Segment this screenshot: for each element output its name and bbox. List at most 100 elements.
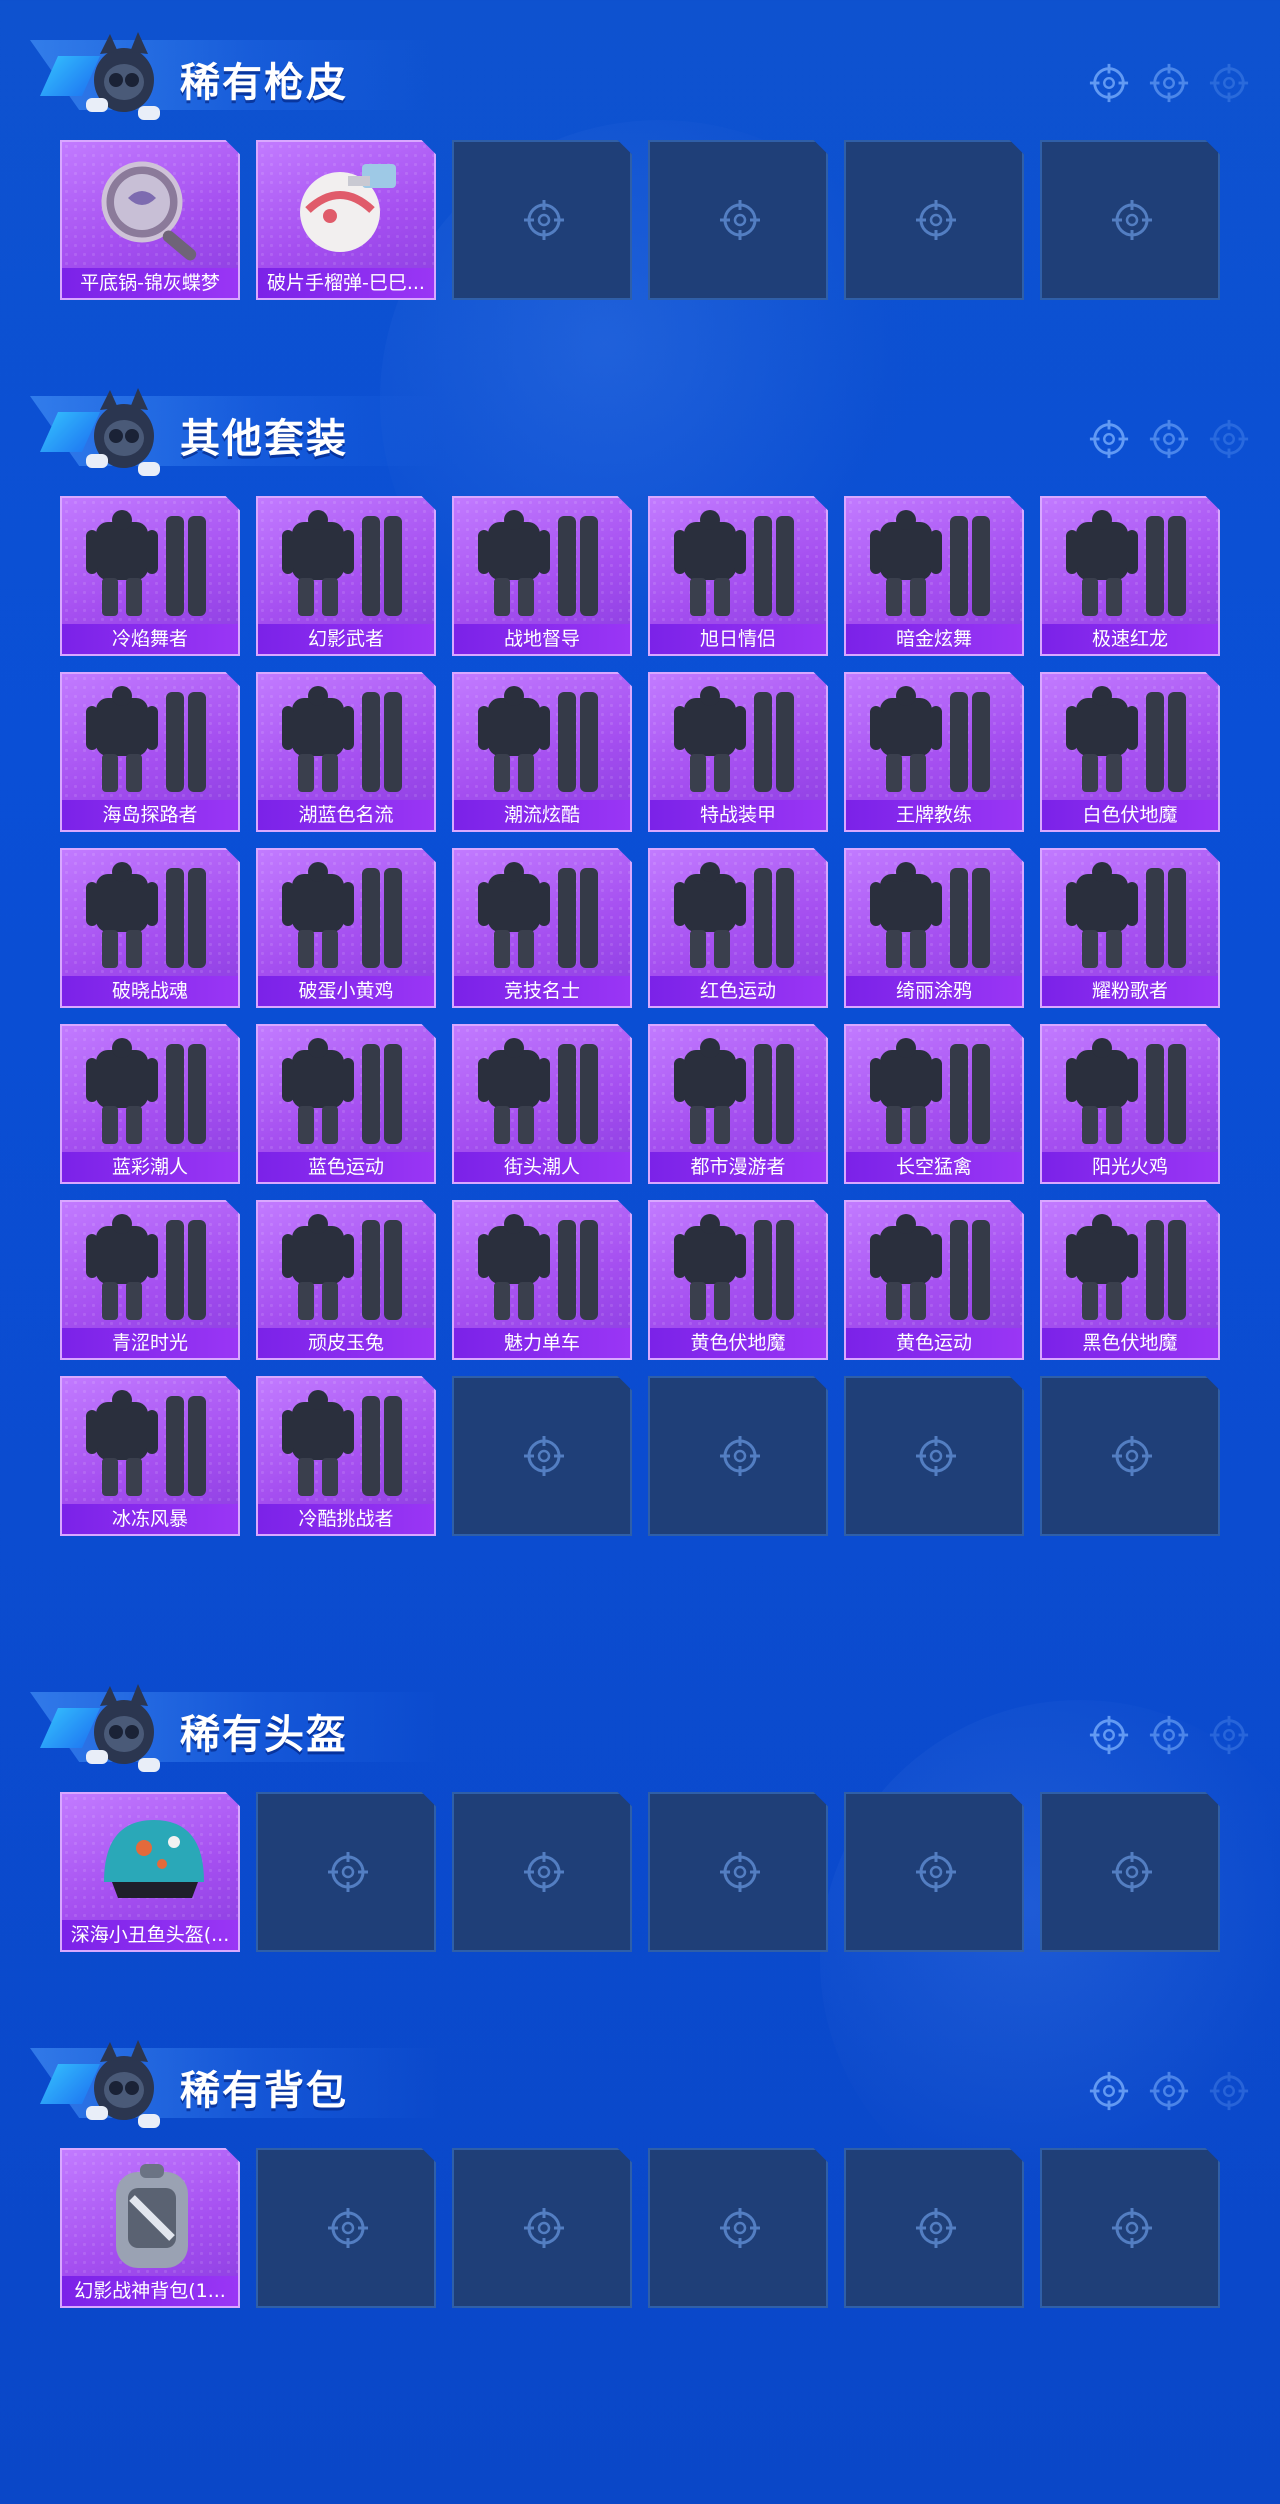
item-card[interactable]: 战地督导 (452, 496, 632, 656)
crosshair-icon (720, 1852, 760, 1892)
item-card[interactable]: 暗金炫舞 (844, 496, 1024, 656)
item-card[interactable]: 都市漫游者 (648, 1024, 828, 1184)
item-card[interactable]: 顽皮玉兔 (256, 1200, 436, 1360)
item-card[interactable]: 王牌教练 (844, 672, 1024, 832)
crosshair-icon (1209, 1715, 1249, 1755)
outfit-icon (1066, 686, 1186, 792)
item-card[interactable]: 魅力单车 (452, 1200, 632, 1360)
item-card[interactable]: 耀粉歌者 (1040, 848, 1220, 1008)
crosshair-icon (1149, 2071, 1189, 2111)
item-card[interactable]: 冷酷挑战者 (256, 1376, 436, 1536)
empty-slot (452, 1792, 632, 1952)
item-card[interactable]: 黄色伏地魔 (648, 1200, 828, 1360)
item-label: 潮流炫酷 (454, 800, 630, 830)
crosshair-icon (720, 200, 760, 240)
item-label: 王牌教练 (846, 800, 1022, 830)
outfit-icon (86, 862, 206, 968)
item-label: 蓝彩潮人 (62, 1152, 238, 1182)
item-card[interactable]: 长空猛禽 (844, 1024, 1024, 1184)
item-card[interactable]: 蓝色运动 (256, 1024, 436, 1184)
empty-slot (452, 140, 632, 300)
item-card[interactable]: 幻影战神背包(1... (60, 2148, 240, 2308)
mascot-icon (86, 388, 160, 476)
outfit-icon (870, 862, 990, 968)
crosshair-icon (916, 2208, 956, 2248)
outfit-icon (1066, 1038, 1186, 1144)
outfit-icon (282, 1214, 402, 1320)
item-label: 特战装甲 (650, 800, 826, 830)
outfit-icon (282, 862, 402, 968)
outfit-icon (1066, 510, 1186, 616)
item-label: 顽皮玉兔 (258, 1328, 434, 1358)
item-label: 绮丽涂鸦 (846, 976, 1022, 1006)
mascot-icon (86, 2040, 160, 2128)
item-card[interactable]: 冷焰舞者 (60, 496, 240, 656)
item-card[interactable]: 海岛探路者 (60, 672, 240, 832)
outfit-icon (870, 1038, 990, 1144)
item-label: 平底锅-锦灰蝶梦 (62, 268, 238, 298)
outfit-icon (674, 686, 794, 792)
item-card[interactable]: 黑色伏地魔 (1040, 1200, 1220, 1360)
empty-slot (1040, 1792, 1220, 1952)
item-card[interactable]: 红色运动 (648, 848, 828, 1008)
empty-slot (844, 2148, 1024, 2308)
item-label: 黄色伏地魔 (650, 1328, 826, 1358)
crosshair-icon (916, 1436, 956, 1476)
item-label: 破晓战魂 (62, 976, 238, 1006)
helmet-icon (104, 1820, 204, 1898)
item-card[interactable]: 黄色运动 (844, 1200, 1024, 1360)
outfit-icon (86, 686, 206, 792)
item-label: 极速红龙 (1042, 624, 1218, 654)
item-card[interactable]: 绮丽涂鸦 (844, 848, 1024, 1008)
crosshair-icon (916, 200, 956, 240)
section-1: 稀有枪皮 平底锅-锦灰蝶梦 破片手榴弹-巳巳... (0, 0, 1280, 300)
item-card[interactable]: 旭日情侣 (648, 496, 828, 656)
outfit-icon (674, 1038, 794, 1144)
crosshair-icon (1112, 2208, 1152, 2248)
item-label: 冷酷挑战者 (258, 1504, 434, 1534)
section-title: 稀有背包 (180, 2068, 348, 2114)
item-card[interactable]: 极速红龙 (1040, 496, 1220, 656)
crosshair-icon (524, 1852, 564, 1892)
empty-slot (844, 1376, 1024, 1536)
item-card[interactable]: 破蛋小黄鸡 (256, 848, 436, 1008)
empty-slot (1040, 2148, 1220, 2308)
empty-slot (452, 1376, 632, 1536)
item-card[interactable]: 竞技名士 (452, 848, 632, 1008)
header-target-icons (1088, 418, 1250, 460)
empty-slot (648, 1376, 828, 1536)
outfit-icon (674, 1214, 794, 1320)
item-card[interactable]: 青涩时光 (60, 1200, 240, 1360)
outfit-icon (282, 1390, 402, 1496)
empty-slot (648, 1792, 828, 1952)
item-card[interactable]: 阳光火鸡 (1040, 1024, 1220, 1184)
outfit-icon (86, 1038, 206, 1144)
section-title: 稀有头盔 (180, 1712, 348, 1758)
item-card[interactable]: 白色伏地魔 (1040, 672, 1220, 832)
item-card[interactable]: 街头潮人 (452, 1024, 632, 1184)
empty-slot (844, 140, 1024, 300)
item-label: 暗金炫舞 (846, 624, 1022, 654)
outfit-icon (674, 862, 794, 968)
empty-slot (648, 140, 828, 300)
item-card[interactable]: 破晓战魂 (60, 848, 240, 1008)
item-card[interactable]: 湖蓝色名流 (256, 672, 436, 832)
item-label: 破片手榴弹-巳巳... (258, 268, 434, 298)
item-card[interactable]: 蓝彩潮人 (60, 1024, 240, 1184)
item-card[interactable]: 特战装甲 (648, 672, 828, 832)
empty-slot (1040, 1376, 1220, 1536)
item-card[interactable]: 幻影武者 (256, 496, 436, 656)
crosshair-icon (1089, 2071, 1129, 2111)
item-grid: 冷焰舞者 幻影武者 战地督导 旭日情侣 暗金炫舞 极速红龙海岛探路者 湖蓝色名流 潮流炫酷 特战… (60, 496, 1220, 1536)
crosshair-icon (916, 1852, 956, 1892)
item-card[interactable]: 潮流炫酷 (452, 672, 632, 832)
item-card[interactable]: 冰冻风暴 (60, 1376, 240, 1536)
item-card[interactable]: 平底锅-锦灰蝶梦 (60, 140, 240, 300)
item-label: 阳光火鸡 (1042, 1152, 1218, 1182)
item-card[interactable]: 深海小丑鱼头盔(... (60, 1792, 240, 1952)
item-label: 耀粉歌者 (1042, 976, 1218, 1006)
item-label: 街头潮人 (454, 1152, 630, 1182)
item-label: 蓝色运动 (258, 1152, 434, 1182)
crosshair-icon (1209, 2071, 1249, 2111)
item-card[interactable]: 破片手榴弹-巳巳... (256, 140, 436, 300)
